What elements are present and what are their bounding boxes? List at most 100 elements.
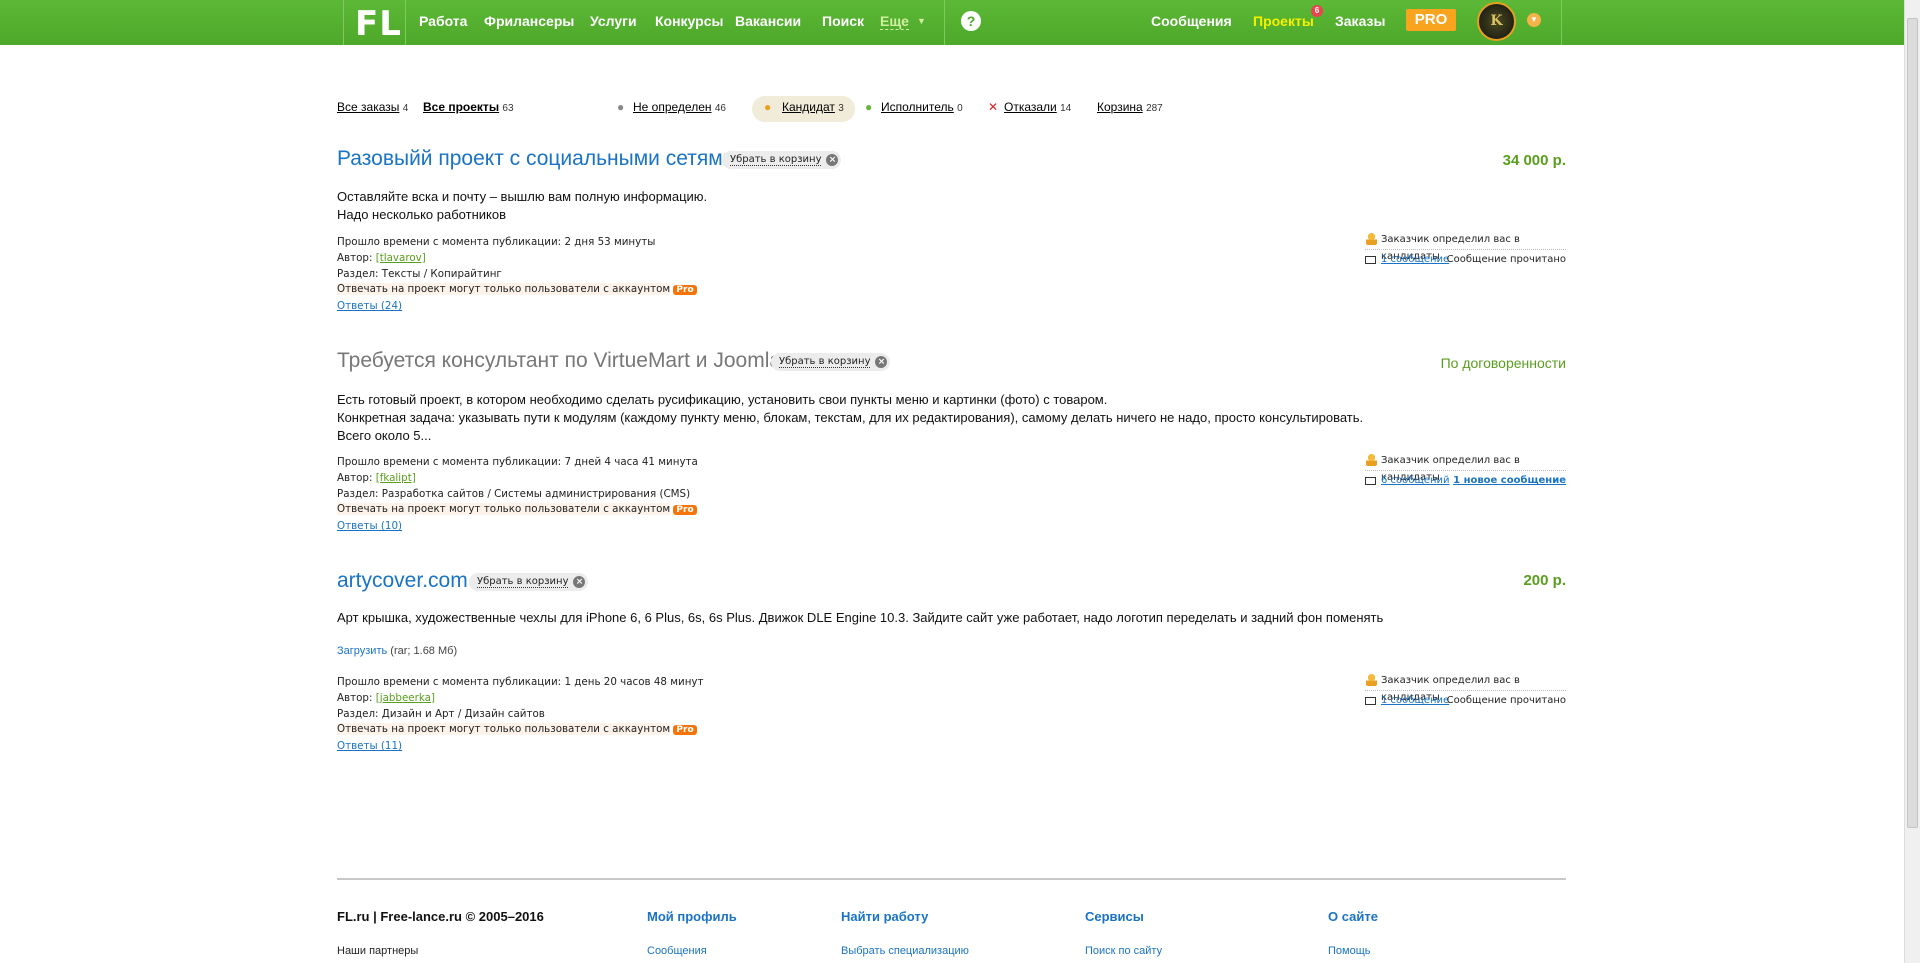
filter-count: 287: [1146, 103, 1163, 114]
project-price: 34 000 р.: [1502, 152, 1566, 169]
elapsed-time: 1 день 20 часов 48 минут: [564, 676, 704, 688]
nav-messages[interactable]: Сообщения: [1151, 13, 1232, 29]
meta-label: Прошло времени с момента публикации:: [337, 676, 562, 688]
scrollbar-thumb[interactable]: [1907, 18, 1918, 828]
meta-label: Автор:: [337, 471, 373, 484]
footer-partners-link[interactable]: Наши партнеры: [337, 945, 418, 957]
project-description: Арт крышка, художественные чехлы для iPh…: [337, 609, 1383, 627]
filter-count: 46: [714, 103, 726, 114]
filter-trash[interactable]: Корзина 287: [1097, 100, 1163, 114]
project-title[interactable]: artycover.com: [337, 569, 468, 593]
top-header: FL Работа Фрилансеры Услуги Конкурсы Вак…: [0, 0, 1904, 45]
nav-vacancies[interactable]: Вакансии: [735, 13, 801, 29]
messages-link[interactable]: 1 сообщение: [1381, 695, 1449, 706]
desc-line: Надо несколько работников: [337, 207, 506, 222]
trash-label: Убрать в корзину: [730, 154, 822, 166]
pro-badge: Pro: [673, 725, 697, 736]
footer-heading-services: Сервисы: [1085, 909, 1144, 924]
filter-executor[interactable]: Исполнитель 0: [881, 100, 963, 114]
download-link[interactable]: Загрузить: [337, 645, 387, 657]
author-link[interactable]: [jabbeerka]: [376, 692, 435, 704]
footer-copyright: FL.ru | Free-lance.ru © 2005–2016: [337, 909, 544, 924]
message-status: Сообщение прочитано: [1446, 254, 1566, 265]
trash-label: Убрать в корзину: [477, 576, 569, 588]
footer-link[interactable]: Сообщения: [647, 945, 707, 957]
avatar[interactable]: K: [1477, 2, 1516, 41]
author-link[interactable]: [tlavarov]: [376, 252, 426, 264]
remove-to-trash-button[interactable]: Убрать в корзину ×: [771, 353, 891, 371]
project-meta: Прошло времени с момента публикации: 1 д…: [337, 675, 704, 755]
filter-label[interactable]: Отказали: [1004, 100, 1057, 114]
desc-line: Конкретная задача: указывать пути к моду…: [337, 410, 1364, 425]
author-link[interactable]: [fkalipt]: [376, 472, 416, 484]
filter-candidate[interactable]: Кандидат 3: [782, 100, 844, 114]
file-info: (rar; 1.68 Мб): [390, 645, 458, 657]
pro-button[interactable]: PRO: [1406, 9, 1456, 31]
project-price: По договоренности: [1440, 355, 1566, 371]
meta-label: Автор:: [337, 251, 373, 264]
vertical-scrollbar[interactable]: [1904, 0, 1920, 963]
section-value: Разработка сайтов / Системы администриро…: [381, 487, 691, 500]
desc-line: Есть готовый проект, в котором необходим…: [337, 392, 1108, 407]
close-icon: ×: [573, 576, 586, 588]
divider: [405, 0, 406, 45]
user-orange-icon: [1366, 674, 1377, 686]
user-orange-icon: ●: [764, 100, 772, 114]
pro-badge: Pro: [673, 505, 697, 516]
project-meta: Прошло времени с момента публикации: 7 д…: [337, 455, 698, 535]
nav-freelancers[interactable]: Фрилансеры: [484, 13, 574, 29]
envelope-icon: [1365, 477, 1376, 485]
new-message-link[interactable]: 1 новое сообщение: [1453, 471, 1566, 491]
filter-count: 4: [402, 103, 409, 114]
nav-work[interactable]: Работа: [419, 13, 467, 29]
filter-label[interactable]: Исполнитель: [881, 100, 954, 114]
project-meta: Прошло времени с момента публикации: 2 д…: [337, 235, 697, 315]
message-status: Сообщение прочитано: [1446, 695, 1566, 706]
remove-to-trash-button[interactable]: Убрать в корзину ×: [469, 573, 589, 591]
close-icon: ×: [875, 356, 888, 368]
filter-label[interactable]: Все проекты: [423, 100, 499, 114]
filter-all-orders[interactable]: Все заказы 4: [337, 100, 408, 114]
desc-line: Всего около 5...: [337, 428, 432, 443]
filter-all-projects[interactable]: Все проекты 63: [423, 100, 514, 114]
footer-heading-find-work: Найти работу: [841, 909, 929, 924]
meta-label: Прошло времени с момента публикации:: [337, 236, 562, 248]
candidate-status-box: Заказчик определил вас в кандидаты 6 соо…: [1365, 452, 1566, 491]
filter-label[interactable]: Все заказы: [337, 100, 399, 114]
user-orange-icon: [1366, 233, 1377, 245]
filter-undefined[interactable]: Не определен 46: [633, 100, 726, 114]
cross-icon: ✕: [988, 100, 999, 114]
chevron-down-icon: ▼: [917, 16, 926, 26]
user-green-icon: ●: [865, 100, 873, 114]
footer-link[interactable]: Выбрать специализацию: [841, 945, 969, 957]
nav-search[interactable]: Поиск: [822, 13, 864, 29]
nav-contests[interactable]: Конкурсы: [655, 13, 723, 29]
filter-label[interactable]: Корзина: [1097, 100, 1143, 114]
help-icon[interactable]: ?: [961, 11, 981, 31]
meta-label: Прошло времени с момента публикации:: [337, 456, 562, 468]
elapsed-time: 2 дня 53 минуты: [564, 236, 656, 248]
answers-link[interactable]: Ответы (11): [337, 740, 402, 752]
nav-projects[interactable]: Проекты: [1253, 13, 1314, 29]
fl-logo[interactable]: FL: [355, 4, 402, 44]
close-icon: ×: [826, 154, 839, 166]
filter-label[interactable]: Не определен: [633, 100, 712, 114]
restrict-note: Отвечать на проект могут только пользова…: [337, 283, 671, 296]
nav-services[interactable]: Услуги: [590, 13, 637, 29]
filter-refused[interactable]: Отказали 14: [1004, 100, 1071, 114]
nav-more[interactable]: Еще: [880, 13, 909, 30]
remove-to-trash-button[interactable]: Убрать в корзину ×: [722, 151, 842, 169]
user-menu-dropdown-icon[interactable]: ▼: [1527, 13, 1541, 27]
footer-link[interactable]: Поиск по сайту: [1085, 945, 1162, 957]
meta-label: Раздел:: [337, 267, 379, 280]
answers-link[interactable]: Ответы (10): [337, 520, 402, 532]
messages-link[interactable]: 6 сообщений: [1381, 475, 1450, 486]
answers-link[interactable]: Ответы (24): [337, 300, 402, 312]
project-title[interactable]: Требуется консультант по VirtueMart и Jo…: [337, 349, 781, 373]
project-title[interactable]: Разовыйй проект с социальными сетями: [337, 147, 734, 171]
nav-orders[interactable]: Заказы: [1335, 13, 1385, 29]
footer-link[interactable]: Помощь: [1328, 945, 1371, 957]
filter-label[interactable]: Кандидат: [782, 100, 835, 114]
messages-link[interactable]: 1 сообщение: [1381, 254, 1449, 265]
divider: [1561, 0, 1562, 45]
